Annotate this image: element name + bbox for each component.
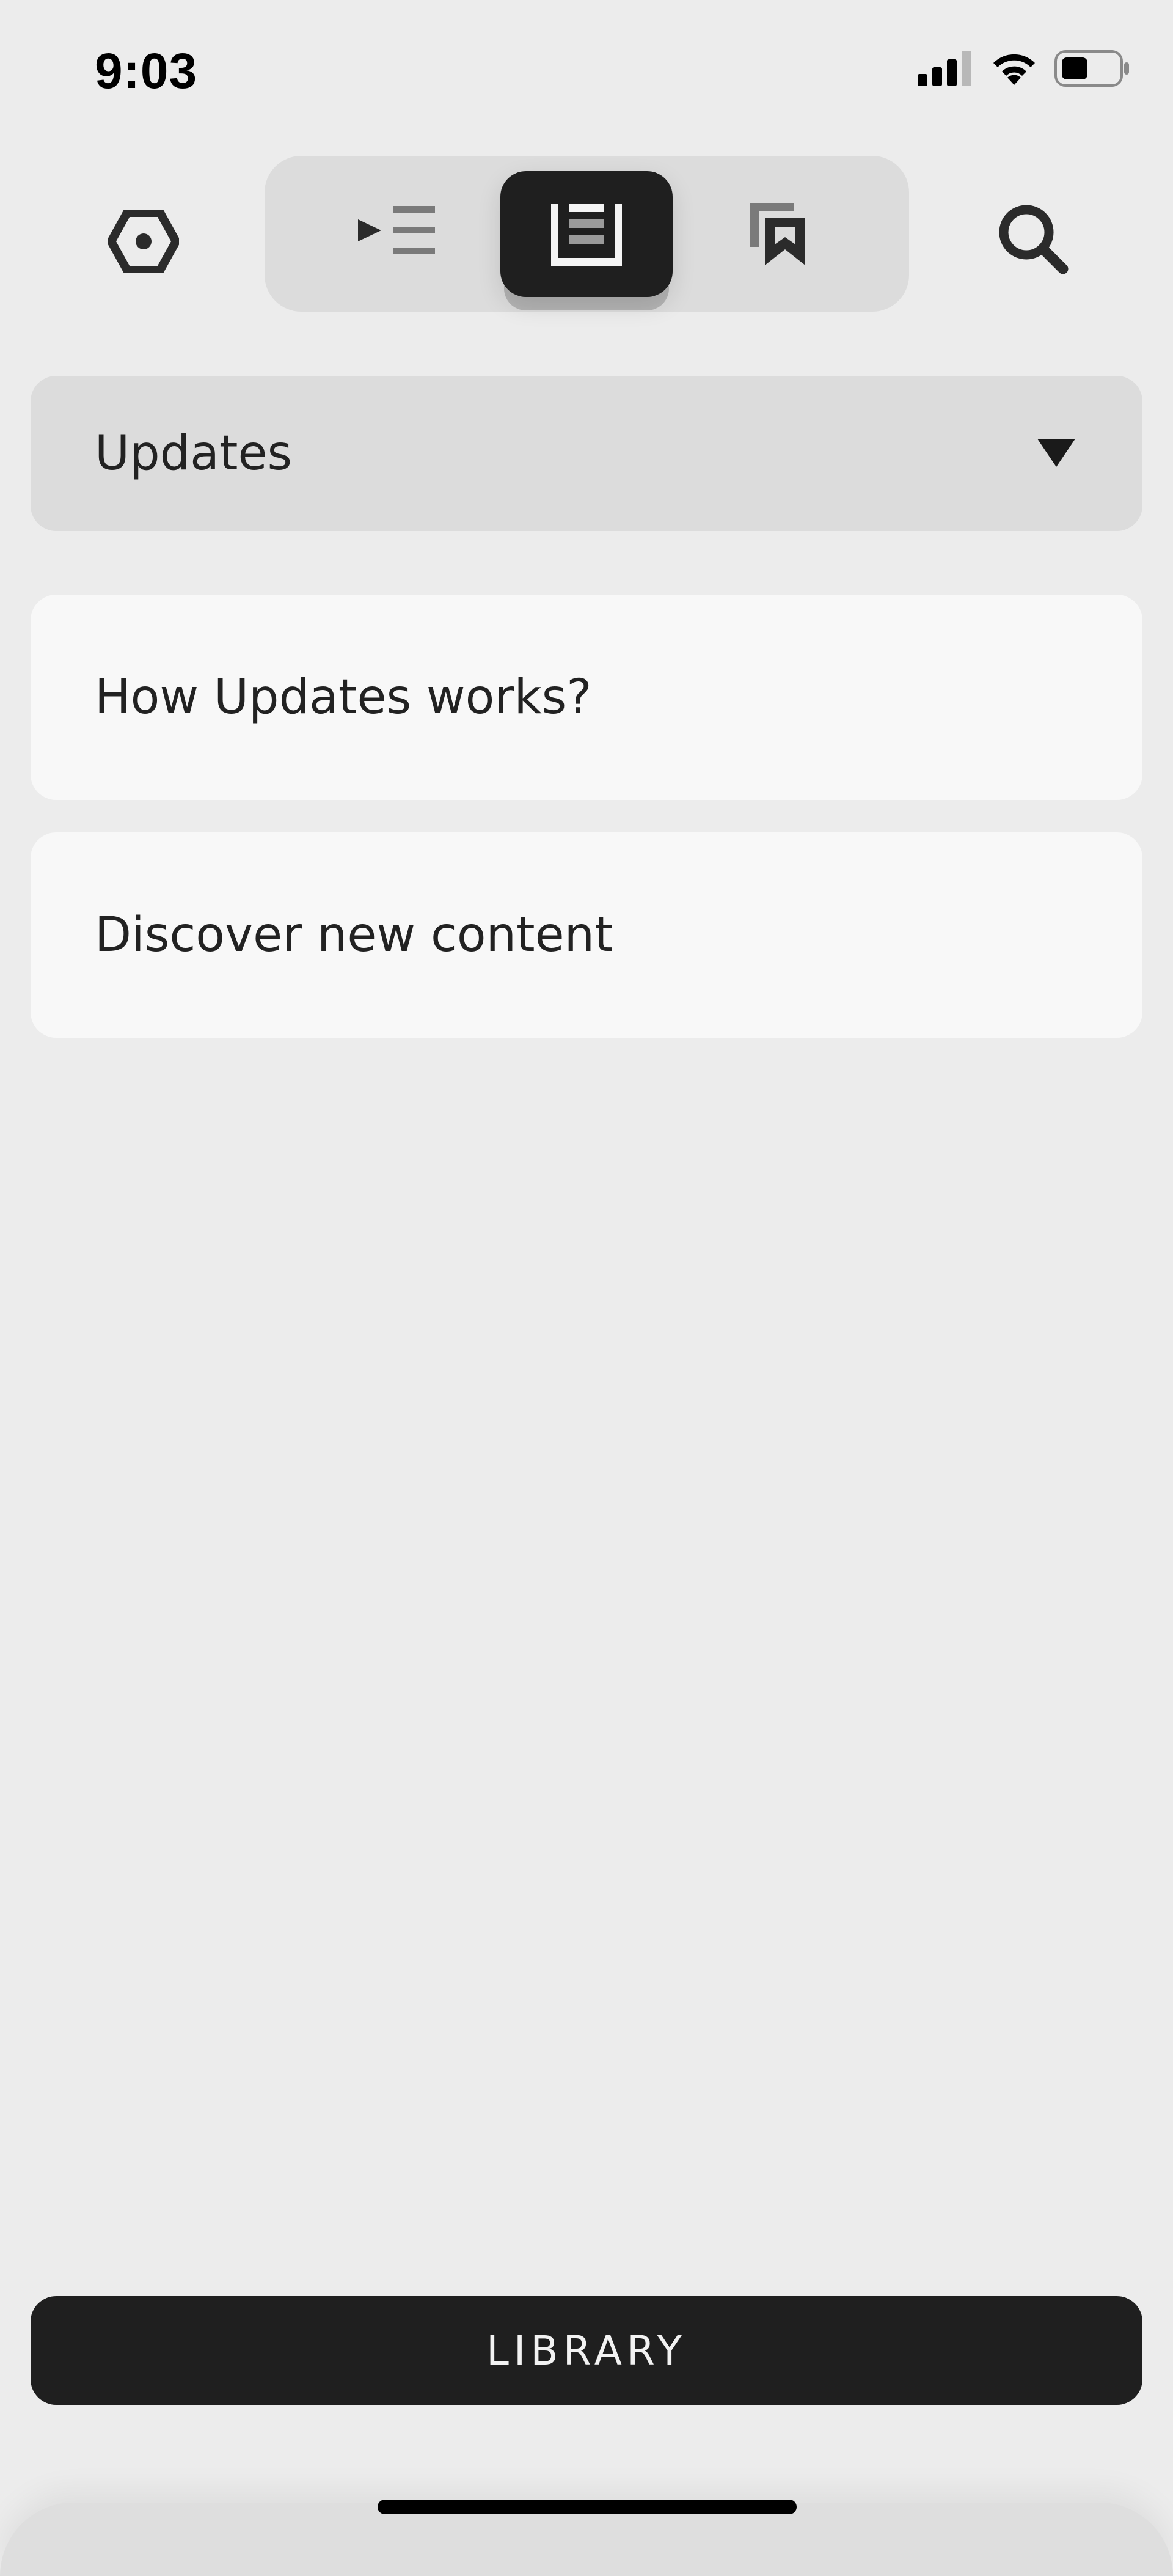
chevron-down-icon — [1037, 439, 1075, 467]
tab-playlist[interactable] — [310, 171, 483, 297]
view-switcher — [265, 156, 909, 312]
status-bar: 9:03 — [0, 0, 1173, 147]
category-dropdown[interactable]: Updates — [31, 376, 1142, 531]
settings-button[interactable] — [104, 202, 183, 281]
tab-bookmarks[interactable] — [691, 171, 863, 297]
dropdown-selected-label: Updates — [95, 426, 293, 481]
home-indicator[interactable] — [378, 2500, 797, 2514]
tab-documents[interactable] — [500, 171, 673, 297]
search-icon — [999, 205, 1069, 274]
list-item[interactable]: Discover new content — [31, 832, 1142, 1038]
wifi-icon — [993, 54, 1035, 85]
library-button[interactable]: LIBRARY — [31, 2296, 1142, 2405]
battery-icon — [1054, 50, 1129, 87]
playlist-icon — [358, 206, 435, 254]
hexagon-settings-icon — [108, 210, 179, 273]
status-time: 9:03 — [95, 43, 198, 99]
bookmarks-icon — [750, 203, 805, 265]
list-item-label: Discover new content — [95, 908, 613, 963]
list-item-label: How Updates works? — [95, 670, 592, 725]
status-icons — [918, 50, 1130, 87]
search-button[interactable] — [990, 196, 1075, 281]
list-item[interactable]: How Updates works? — [31, 595, 1142, 800]
document-list-icon — [551, 204, 622, 266]
top-toolbar — [0, 156, 1173, 315]
cellular-signal-icon — [918, 51, 971, 86]
